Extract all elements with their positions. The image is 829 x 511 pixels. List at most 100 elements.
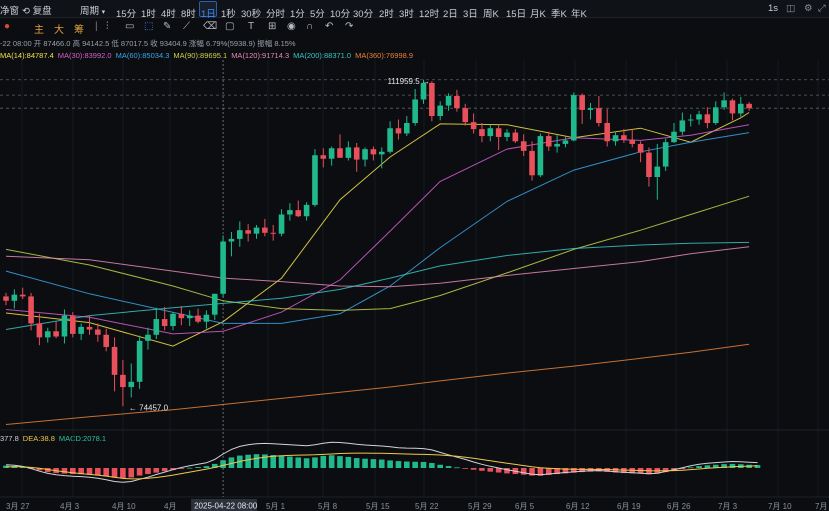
x-tick-label: 4月 3 (60, 502, 80, 511)
candle-body (621, 135, 627, 140)
macd-bar (136, 468, 143, 476)
candle-body (637, 143, 644, 153)
macd-bar (111, 468, 118, 478)
candle-body (529, 150, 535, 176)
x-tick-label: 3月 27 (6, 502, 30, 511)
chart-app: { "toolbar": { "left_cut": "净窗", "restor… (0, 0, 829, 511)
macd-bar (120, 468, 126, 479)
candle-body (579, 95, 585, 110)
candle-body (738, 103, 744, 114)
x-tick-label: 6月 26 (667, 502, 691, 511)
ma-line-ma14 (5, 112, 750, 347)
macd-bar (95, 468, 101, 476)
macd-bar (328, 455, 335, 468)
candle-body (454, 95, 460, 109)
macd-bar (195, 467, 201, 468)
candle-body (245, 230, 251, 234)
candle-body (395, 128, 402, 134)
macd-bar (454, 467, 460, 469)
candle-body (111, 346, 118, 375)
candle-body (153, 319, 160, 335)
candle-body (729, 100, 736, 114)
candle-body (237, 230, 243, 239)
candle-body (470, 122, 477, 130)
candle-body (604, 123, 610, 142)
candle-body (487, 128, 494, 137)
high-label: 111959.5 → (388, 77, 430, 86)
crosshair-date-label: 2025-04-22 08:00 (194, 502, 258, 511)
candle-body (253, 227, 260, 234)
candlestick-chart[interactable]: 111959.5 →← 74457.03月 27 4月 3 4月 10 4月 5月 15… (0, 0, 829, 511)
macd-bar (245, 454, 251, 468)
x-tick-label: 6月 5 (515, 502, 535, 511)
candle-body (571, 95, 577, 141)
macd-bar (404, 461, 410, 468)
candle-body (178, 313, 185, 319)
macd-bar (295, 457, 302, 468)
candle-body (70, 315, 76, 334)
macd-bar (420, 461, 427, 468)
macd-bar (312, 457, 318, 468)
candle-body (746, 103, 752, 109)
candle-body (562, 140, 569, 144)
candle-body (704, 114, 711, 123)
ma-line-ma200 (5, 241, 750, 330)
ma-line-ma60 (5, 132, 750, 324)
x-tick-label: 4月 (164, 502, 176, 511)
candle-body (161, 319, 168, 327)
candle-body (53, 331, 59, 337)
macd-bar (445, 466, 452, 468)
candle-body (429, 82, 435, 117)
macd-bar (362, 458, 368, 468)
candle-body (270, 232, 276, 234)
low-label: ← 74457.0 (129, 404, 169, 413)
macd-bar (412, 461, 418, 468)
candle-body (295, 210, 302, 217)
candle-body (328, 148, 335, 159)
macd-bar (161, 468, 168, 472)
candle-body (203, 314, 210, 322)
macd-bar (370, 459, 377, 468)
x-tick-label: 6月 19 (617, 502, 641, 511)
candle-body (495, 128, 502, 137)
candle-body (362, 149, 368, 160)
ma-line-ma30 (5, 124, 750, 335)
candle-body (504, 132, 510, 137)
candle-body (437, 105, 443, 117)
ma-line-ma360 (5, 343, 750, 425)
candle-body (378, 151, 385, 155)
candle-body (28, 296, 34, 324)
candle-body (462, 108, 469, 123)
candle-body (278, 214, 285, 234)
macd-bar (337, 456, 343, 468)
candle-body (287, 210, 293, 215)
macd-bar (353, 458, 360, 468)
macd-bar (86, 468, 93, 475)
candle-body (145, 334, 151, 341)
candle-body (11, 294, 18, 301)
macd-bar (278, 455, 285, 468)
macd-bar (378, 459, 385, 468)
candle-body (587, 108, 594, 110)
candle-body (120, 374, 126, 388)
candle-body (3, 296, 9, 301)
candle-body (554, 143, 560, 147)
candle-body (721, 100, 727, 108)
candle-body (520, 141, 527, 151)
x-tick-label: 5月 15 (366, 502, 390, 511)
candle-body (654, 166, 661, 178)
candle-body (345, 147, 352, 158)
macd-bar (696, 466, 702, 468)
macd-bar (303, 458, 310, 468)
candle-body (186, 315, 193, 319)
macd-bar (287, 456, 293, 468)
candle-body (646, 152, 652, 178)
candle-body (445, 95, 452, 106)
macd-bar (462, 468, 469, 469)
candle-body (195, 315, 201, 322)
candle-body (95, 329, 101, 335)
candle-body (629, 139, 636, 144)
candle-body (103, 334, 109, 347)
candle-body (545, 136, 552, 147)
candle-body (353, 147, 360, 160)
